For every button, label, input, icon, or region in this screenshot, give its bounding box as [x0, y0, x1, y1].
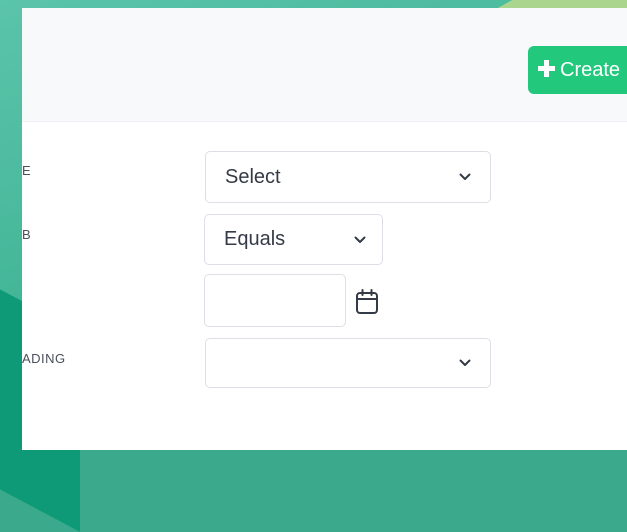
calendar-icon[interactable]: [355, 289, 379, 315]
filter-select-1-value: Select: [225, 165, 281, 188]
date-input[interactable]: [204, 274, 346, 327]
create-button[interactable]: Create: [528, 46, 627, 94]
chevron-down-icon: [354, 236, 366, 243]
panel-header: Create: [22, 8, 627, 122]
chevron-down-icon: [459, 173, 471, 180]
filter-select-4[interactable]: [205, 338, 491, 388]
chevron-down-icon: [459, 359, 471, 366]
filter-operator-value: Equals: [224, 228, 286, 250]
filter-select-1[interactable]: Select: [205, 151, 491, 203]
create-button-label: Create: [560, 58, 621, 81]
filter-label-1: E: [22, 163, 32, 178]
filter-panel: Create E Select B Equals ADING: [22, 8, 627, 450]
filter-label-2: B: [22, 227, 32, 242]
filter-operator-select[interactable]: Equals: [204, 214, 383, 265]
filter-label-4: ADING: [22, 351, 66, 366]
plus-icon: [538, 59, 555, 77]
